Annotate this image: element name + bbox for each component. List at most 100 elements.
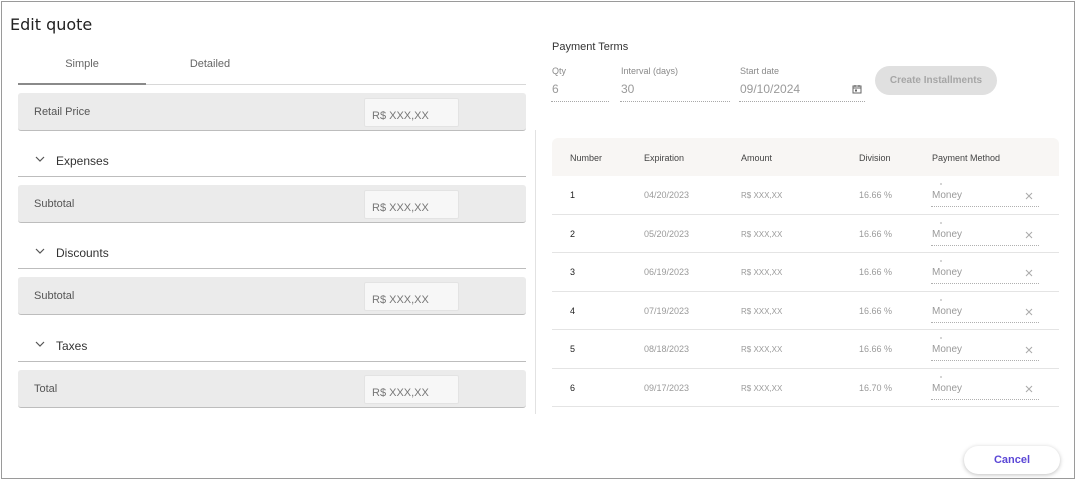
row-division: 16.66 % [859,228,893,239]
header-payment-method: Payment Method [932,153,1001,163]
table-row: 4 07/19/2023 R$ XXX,XX 16.66 % Money [552,292,1059,330]
row-division: 16.66 % [859,344,893,354]
payment-method-underline [931,244,1039,246]
installments-table: Number Expiration Amount Division Paymen… [552,138,1059,407]
installments-header: Number Expiration Amount Division Paymen… [552,138,1059,176]
tab-detailed[interactable]: Detailed [146,48,274,84]
table-row: 5 08/18/2023 R$ XXX,XX 16.66 % Money [552,330,1059,369]
row-number: 6 [570,382,576,393]
row-amount: R$ XXX,XX [741,345,783,354]
field-marker [940,337,942,339]
tab-simple[interactable]: Simple [18,48,146,85]
payment-method-underline [931,283,1039,284]
field-marker [940,221,942,224]
header-amount: Amount [741,153,773,163]
chevron-down-icon [35,341,45,347]
start-date-input[interactable]: 09/10/2024 [740,82,800,96]
row-amount: R$ XXX,XX [741,229,783,239]
row-payment-method-select[interactable]: Money [932,190,962,201]
discounts-subtotal-label: Subtotal [34,290,75,302]
row-amount: R$ XXX,XX [741,191,783,200]
expenses-subtotal-row: Subtotal R$ XXX,XX [18,185,526,223]
row-number: 4 [570,305,576,316]
close-icon[interactable] [1025,231,1033,239]
payment-method-underline [931,398,1039,400]
interval-label: Interval (days) [621,66,679,76]
row-payment-method-select[interactable]: Money [932,344,962,355]
dialog-title: Edit quote [10,15,93,34]
row-number: 1 [570,190,576,200]
retail-price-label: Retail Price [34,106,91,118]
row-division: 16.70 % [859,382,893,393]
taxes-section-toggle[interactable]: Taxes [18,332,526,362]
row-expiration: 06/19/2023 [644,267,690,277]
close-icon[interactable] [1025,385,1033,393]
expenses-label: Expenses [56,154,109,168]
payment-method-underline [931,321,1039,323]
discounts-subtotal-row: Subtotal R$ XXX,XX [18,277,526,315]
table-row: 6 09/17/2023 R$ XXX,XX 16.70 % Money [552,369,1059,407]
retail-price-row: Retail Price R$ XXX,XX [18,93,526,131]
discounts-label: Discounts [56,246,109,260]
field-marker [940,298,942,301]
close-icon[interactable] [1025,192,1033,200]
header-division: Division [859,153,891,163]
field-marker [940,375,942,378]
row-amount: R$ XXX,XX [741,268,783,277]
payment-terms-title: Payment Terms [552,41,629,53]
close-icon[interactable] [1025,346,1033,354]
chevron-down-icon [35,156,45,162]
start-date-label: Start date [740,66,780,76]
row-amount: R$ XXX,XX [741,306,783,316]
interval-input[interactable]: 30 [621,82,634,96]
start-date-underline [739,101,865,102]
qty-underline [551,101,609,102]
row-expiration: 05/20/2023 [644,228,690,239]
row-number: 5 [570,344,576,354]
discounts-section-toggle[interactable]: Discounts [18,239,526,269]
row-division: 16.66 % [859,267,893,277]
row-expiration: 07/19/2023 [644,305,690,316]
create-installments-button[interactable]: Create Installments [875,66,997,95]
total-input[interactable]: R$ XXX,XX [364,375,459,404]
field-marker [940,183,942,185]
row-number: 2 [570,228,576,239]
edit-quote-dialog: Edit quote Simple Detailed Retail Price … [1,1,1075,479]
chevron-down-icon [35,248,45,254]
row-payment-method-select[interactable]: Money [932,383,962,394]
table-row: 2 05/20/2023 R$ XXX,XX 16.66 % Money [552,215,1059,253]
quote-tabs: Simple Detailed [18,48,526,85]
discounts-subtotal-input[interactable]: R$ XXX,XX [364,282,459,311]
retail-price-input[interactable]: R$ XXX,XX [364,98,459,127]
row-expiration: 09/17/2023 [644,382,690,393]
expenses-subtotal-label: Subtotal [34,198,75,210]
cancel-button[interactable]: Cancel [964,446,1060,474]
row-payment-method-select[interactable]: Money [932,229,962,240]
row-division: 16.66 % [859,190,893,200]
payment-method-underline [931,360,1039,361]
qty-input[interactable]: 6 [552,82,559,96]
row-payment-method-select[interactable]: Money [932,267,962,278]
total-row: Total R$ XXX,XX [18,370,526,408]
total-label: Total [34,383,58,395]
payment-method-underline [931,206,1039,207]
row-amount: R$ XXX,XX [741,383,783,393]
field-marker [940,260,942,262]
header-number: Number [570,153,603,163]
column-divider [535,130,536,414]
qty-label: Qty [552,66,567,76]
close-icon[interactable] [1025,308,1033,316]
header-expiration: Expiration [644,153,685,163]
row-division: 16.66 % [859,305,893,316]
row-number: 3 [570,267,576,277]
row-expiration: 04/20/2023 [644,190,690,200]
expenses-section-toggle[interactable]: Expenses [18,147,526,177]
calendar-icon[interactable] [852,84,862,94]
expenses-subtotal-input[interactable]: R$ XXX,XX [364,190,459,219]
close-icon[interactable] [1025,269,1033,277]
taxes-label: Taxes [56,339,88,353]
table-row: 1 04/20/2023 R$ XXX,XX 16.66 % Money [552,176,1059,215]
row-payment-method-select[interactable]: Money [932,306,962,317]
table-row: 3 06/19/2023 R$ XXX,XX 16.66 % Money [552,253,1059,292]
row-expiration: 08/18/2023 [644,344,690,354]
